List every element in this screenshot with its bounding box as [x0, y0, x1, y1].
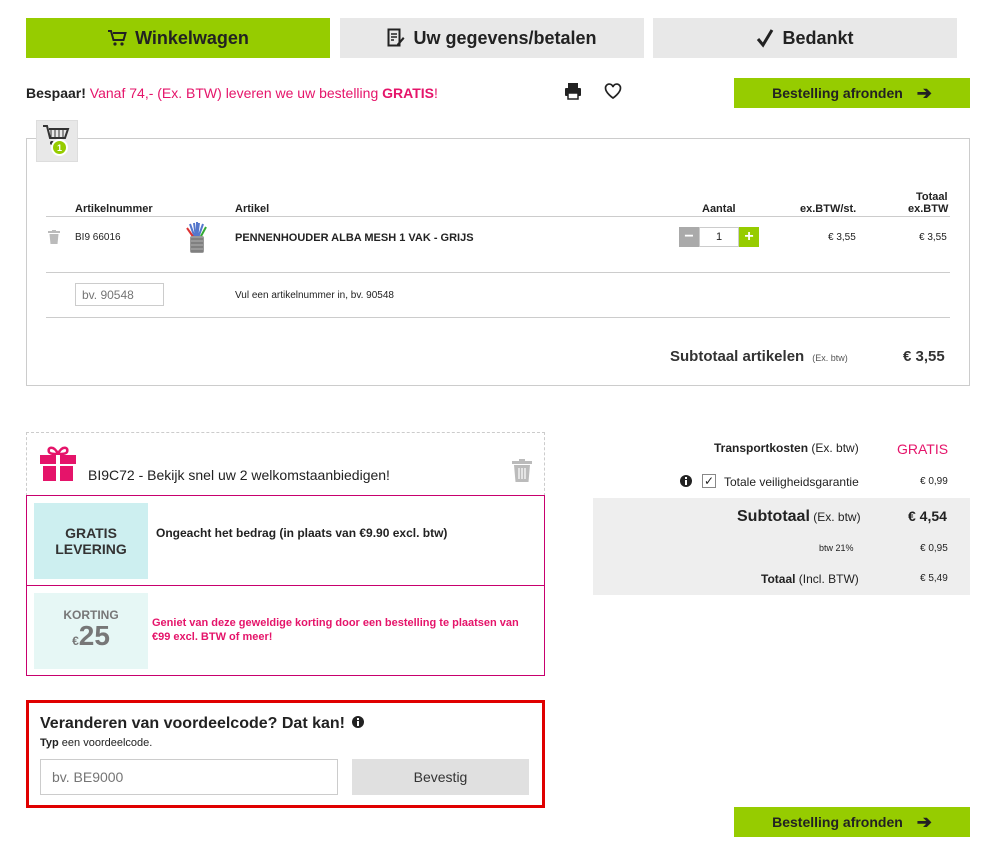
- item-total: € 3,55: [919, 232, 947, 243]
- voucher-code-input[interactable]: [40, 759, 338, 795]
- step-thanks-label: Bedankt: [782, 27, 854, 48]
- trash-icon[interactable]: [512, 459, 532, 487]
- cart-count-badge: 1: [51, 139, 68, 156]
- col-header-artikel: Artikel: [235, 203, 270, 215]
- free-delivery-text: Ongeacht het bedrag (in plaats van €9.90…: [156, 526, 448, 540]
- article-number-input[interactable]: [75, 283, 164, 306]
- voucher-title: Veranderen van voordeelcode? Dat kan!: [40, 715, 365, 733]
- finish-order-button-bottom[interactable]: Bestelling afronden ➔: [734, 807, 970, 837]
- info-icon[interactable]: [352, 715, 365, 733]
- col-header-price: ex.BTW/st.: [800, 203, 857, 215]
- heart-icon[interactable]: [604, 82, 622, 100]
- col-header-total-1: Totaal: [916, 191, 948, 203]
- free-shipping-promo: Bespaar! Vanaf 74,- (Ex. BTW) leveren we…: [26, 85, 438, 101]
- col-header-artnr: Artikelnummer: [75, 203, 153, 215]
- item-price: € 3,55: [828, 232, 856, 243]
- arrow-right-icon: ➔: [916, 811, 932, 832]
- guarantee-checkbox[interactable]: ✓: [702, 474, 716, 488]
- discount-text: Geniet van deze geweldige korting door e…: [152, 617, 519, 643]
- qty-input[interactable]: 1: [699, 227, 739, 247]
- confirm-voucher-button[interactable]: Bevestig: [352, 759, 529, 795]
- guarantee-label: Totale veiligheidsgarantie: [724, 475, 859, 489]
- welcome-offers-text: BI9C72 - Bekijk snel uw 2 welkomstaanbie…: [88, 467, 390, 483]
- check-icon: [756, 28, 774, 48]
- free-delivery-image: GRATIS LEVERING: [34, 503, 148, 579]
- cart-icon: [107, 29, 127, 47]
- vat-value: € 0,95: [920, 543, 948, 554]
- summary-subtotal-value: € 4,54: [908, 508, 947, 524]
- col-header-aantal: Aantal: [702, 203, 736, 215]
- finish-order-label: Bestelling afronden: [772, 85, 903, 101]
- finish-order-label: Bestelling afronden: [772, 814, 903, 830]
- col-header-total-2: ex.BTW: [908, 203, 949, 215]
- finish-order-button-top[interactable]: Bestelling afronden ➔: [734, 78, 970, 108]
- edit-icon: [387, 28, 405, 48]
- offer-discount[interactable]: KORTING €25 Geniet van deze geweldige ko…: [26, 585, 545, 676]
- step-details-label: Uw gegevens/betalen: [413, 27, 597, 48]
- voucher-code-panel: Veranderen van voordeelcode? Dat kan! Ty…: [26, 700, 545, 808]
- step-cart-label: Winkelwagen: [135, 27, 249, 48]
- welcome-offers-header: BI9C72 - Bekijk snel uw 2 welkomstaanbie…: [26, 432, 545, 496]
- voucher-subtitle: Typ een voordeelcode.: [40, 737, 153, 749]
- discount-image: KORTING €25: [34, 593, 148, 669]
- trash-icon[interactable]: [48, 230, 60, 249]
- gift-icon: [39, 445, 77, 486]
- guarantee-value: € 0,99: [920, 476, 948, 487]
- qty-minus-button[interactable]: −: [679, 227, 699, 247]
- divider: [46, 216, 950, 217]
- step-details[interactable]: Uw gegevens/betalen: [340, 18, 644, 58]
- summary-subtotal-label: Subtotaal (Ex. btw): [737, 508, 861, 525]
- divider: [46, 272, 950, 273]
- item-artnr: BI9 66016: [75, 232, 121, 243]
- transport-label: Transportkosten (Ex. btw): [714, 441, 859, 455]
- divider: [46, 317, 950, 318]
- cart-subtotal-label: Subtotaal artikelen (Ex. btw): [670, 348, 848, 365]
- cart-subtotal-value: € 3,55: [903, 348, 945, 365]
- item-name[interactable]: PENNENHOUDER ALBA MESH 1 VAK - GRIJS: [235, 232, 474, 244]
- offer-free-delivery[interactable]: GRATIS LEVERING Ongeacht het bedrag (in p…: [26, 495, 545, 586]
- product-image[interactable]: [185, 222, 209, 259]
- total-value: € 5,49: [920, 573, 948, 584]
- print-icon[interactable]: [564, 82, 582, 100]
- transport-value: GRATIS: [897, 441, 949, 457]
- vat-label: btw 21%: [819, 543, 854, 553]
- article-number-hint: Vul een artikelnummer in, bv. 90548: [235, 290, 394, 301]
- quantity-stepper[interactable]: − 1 +: [679, 227, 759, 247]
- arrow-right-icon: ➔: [916, 82, 932, 103]
- step-cart[interactable]: Winkelwagen: [26, 18, 330, 58]
- info-icon[interactable]: [680, 474, 692, 492]
- qty-plus-button[interactable]: +: [739, 227, 759, 247]
- total-label: Totaal (Incl. BTW): [761, 572, 859, 586]
- step-thanks[interactable]: Bedankt: [653, 18, 957, 58]
